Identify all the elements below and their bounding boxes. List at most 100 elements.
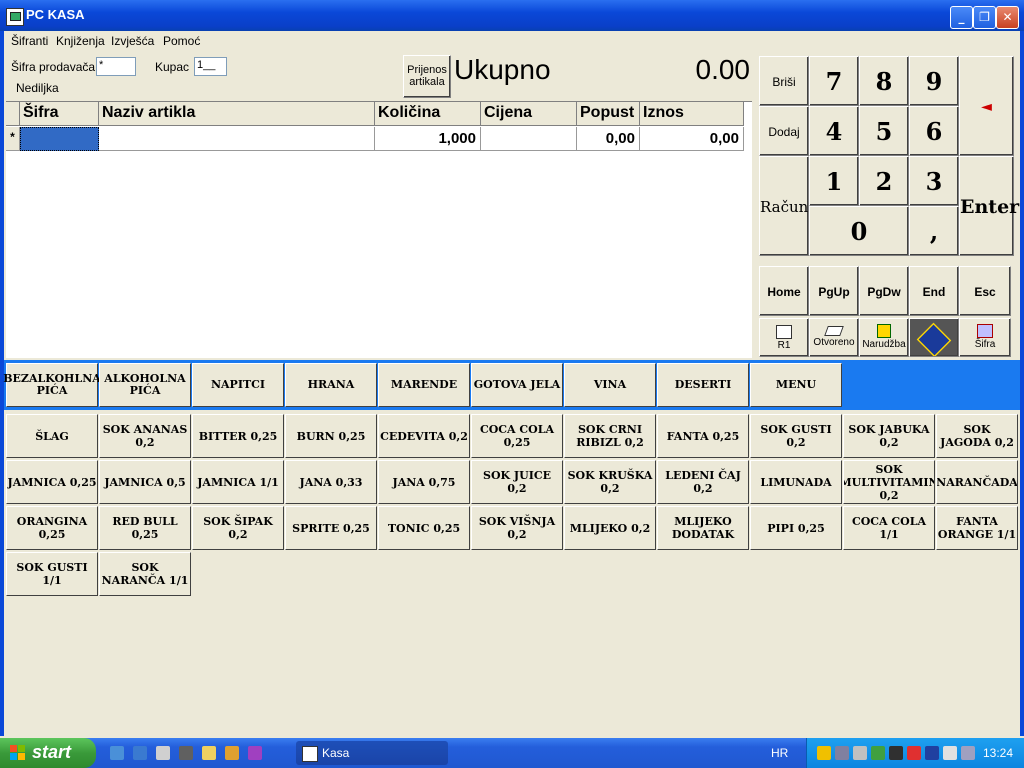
col-cijena[interactable]: Cijena <box>481 102 577 126</box>
key-4[interactable]: 4 <box>809 106 859 156</box>
menu-knjizenja[interactable]: Knjiženja <box>56 34 105 48</box>
maximize-button[interactable]: ❐ <box>973 6 996 29</box>
product-button[interactable]: FANTA 0,25 <box>657 414 749 458</box>
cell-naziv[interactable] <box>99 127 375 151</box>
product-button[interactable]: COCA COLA 0,25 <box>471 414 563 458</box>
product-button[interactable]: SOK JAGODA 0,2 <box>936 414 1018 458</box>
network-icon[interactable] <box>871 746 885 760</box>
product-button[interactable]: RED BULL 0,25 <box>99 506 191 550</box>
tray-icon-6[interactable] <box>907 746 921 760</box>
language-indicator[interactable]: HR <box>771 746 788 760</box>
key-comma[interactable]: , <box>909 206 959 256</box>
shield-icon[interactable] <box>817 746 831 760</box>
logo-button[interactable] <box>909 318 959 357</box>
transfer-items-button[interactable]: Prijenos artikala <box>403 55 451 98</box>
product-button[interactable]: SPRITE 0,25 <box>285 506 377 550</box>
key-5[interactable]: 5 <box>859 106 909 156</box>
backspace-arrow-icon[interactable]: ◄ <box>959 56 1014 156</box>
r1-button[interactable]: R1 <box>759 318 809 357</box>
product-button[interactable]: COCA COLA 1/1 <box>843 506 935 550</box>
product-button[interactable]: SOK GUSTI 1/1 <box>6 552 98 596</box>
start-button[interactable]: start <box>0 738 96 768</box>
add-button[interactable]: Dodaj <box>759 106 809 156</box>
category-gotova-jela[interactable]: GOTOVA JELA <box>471 363 563 407</box>
tray-icon-8[interactable] <box>943 746 957 760</box>
product-button[interactable]: SOK ŠIPAK 0,2 <box>192 506 284 550</box>
product-button[interactable]: ŠLAG <box>6 414 98 458</box>
close-button[interactable]: ✕ <box>996 6 1019 29</box>
product-button[interactable]: JAMNICA 0,25 <box>6 460 98 504</box>
category-napitci[interactable]: NAPITCI <box>192 363 284 407</box>
key-0[interactable]: 0 <box>809 206 909 256</box>
product-button[interactable]: TONIC 0,25 <box>378 506 470 550</box>
product-button[interactable]: FANTA ORANGE 1/1 <box>936 506 1018 550</box>
key-1[interactable]: 1 <box>809 156 859 206</box>
category-marende[interactable]: MARENDE <box>378 363 470 407</box>
product-button[interactable]: MLIJEKO DODATAK <box>657 506 749 550</box>
category-bezalkoholna[interactable]: BEZALKOHLNA PIĆA <box>3 363 101 407</box>
product-button[interactable]: JANA 0,33 <box>285 460 377 504</box>
delete-button[interactable]: Briši <box>759 56 809 106</box>
product-button[interactable]: LEDENI ČAJ 0,2 <box>657 460 749 504</box>
category-alkoholna[interactable]: ALKOHOLNA PIĆA <box>99 363 191 407</box>
cell-sifra[interactable] <box>20 127 99 151</box>
product-button[interactable]: SOK NARANČA 1/1 <box>99 552 191 596</box>
product-button[interactable]: SOK ANANAS 0,2 <box>99 414 191 458</box>
col-kolicina[interactable]: Količina <box>375 102 481 126</box>
end-button[interactable]: End <box>909 266 959 316</box>
home-button[interactable]: Home <box>759 266 809 316</box>
menu-sifranti[interactable]: Šifranti <box>11 34 48 48</box>
esc-button[interactable]: Esc <box>959 266 1011 316</box>
minimize-button[interactable]: _ <box>950 6 973 29</box>
product-button[interactable]: JANA 0,75 <box>378 460 470 504</box>
quicklaunch-icon-1[interactable] <box>110 746 124 760</box>
col-sifra[interactable]: Šifra <box>20 102 99 126</box>
product-button[interactable]: SOK GUSTI 0,2 <box>750 414 842 458</box>
key-7[interactable]: 7 <box>809 56 859 106</box>
product-button[interactable]: SOK KRUŠKA 0,2 <box>564 460 656 504</box>
menu-pomoc[interactable]: Pomoć <box>163 34 200 48</box>
tray-icon-7[interactable] <box>925 746 939 760</box>
key-9[interactable]: 9 <box>909 56 959 106</box>
product-button[interactable]: JAMNICA 0,5 <box>99 460 191 504</box>
receipt-button[interactable]: Račun <box>759 156 809 256</box>
key-8[interactable]: 8 <box>859 56 909 106</box>
customer-input[interactable]: 1__ <box>194 57 227 76</box>
product-button[interactable]: CEDEVITA 0,2 <box>378 414 470 458</box>
product-button[interactable]: JAMNICA 1/1 <box>192 460 284 504</box>
tray-icon-5[interactable] <box>889 746 903 760</box>
col-iznos[interactable]: Iznos <box>640 102 744 126</box>
product-button[interactable]: SOK JABUKA 0,2 <box>843 414 935 458</box>
ie-icon[interactable] <box>133 746 147 760</box>
quicklaunch-icon-4[interactable] <box>179 746 193 760</box>
cell-kolicina[interactable]: 1,000 <box>375 127 481 151</box>
category-deserti[interactable]: DESERTI <box>657 363 749 407</box>
product-button[interactable]: BITTER 0,25 <box>192 414 284 458</box>
product-button[interactable]: SOK JUICE 0,2 <box>471 460 563 504</box>
category-hrana[interactable]: HRANA <box>285 363 377 407</box>
pgup-button[interactable]: PgUp <box>809 266 859 316</box>
volume-icon[interactable] <box>853 746 867 760</box>
open-button[interactable]: Otvoreno <box>809 318 859 357</box>
key-2[interactable]: 2 <box>859 156 909 206</box>
quicklaunch-icon-6[interactable] <box>225 746 239 760</box>
product-button[interactable]: MLIJEKO 0,2 <box>564 506 656 550</box>
tray-icon-2[interactable] <box>835 746 849 760</box>
col-naziv[interactable]: Naziv artikla <box>99 102 375 126</box>
product-button[interactable]: PIPI 0,25 <box>750 506 842 550</box>
category-menu[interactable]: MENU <box>750 363 842 407</box>
items-grid[interactable]: Šifra Naziv artikla Količina Cijena Popu… <box>6 101 752 358</box>
seller-code-input[interactable]: * <box>96 57 136 76</box>
cell-iznos[interactable]: 0,00 <box>640 127 744 151</box>
taskbar-item-kasa[interactable]: Kasa <box>296 741 448 765</box>
quicklaunch-icon-3[interactable] <box>156 746 170 760</box>
product-button[interactable]: NARANČADA <box>936 460 1018 504</box>
menu-izvjesca[interactable]: Izvješća <box>111 34 154 48</box>
product-button[interactable]: ORANGINA 0,25 <box>6 506 98 550</box>
code-button[interactable]: Šifra <box>959 318 1011 357</box>
key-3[interactable]: 3 <box>909 156 959 206</box>
product-button[interactable]: BURN 0,25 <box>285 414 377 458</box>
order-button[interactable]: Narudžba <box>859 318 909 357</box>
col-popust[interactable]: Popust <box>577 102 640 126</box>
enter-button[interactable]: Enter <box>959 156 1019 256</box>
